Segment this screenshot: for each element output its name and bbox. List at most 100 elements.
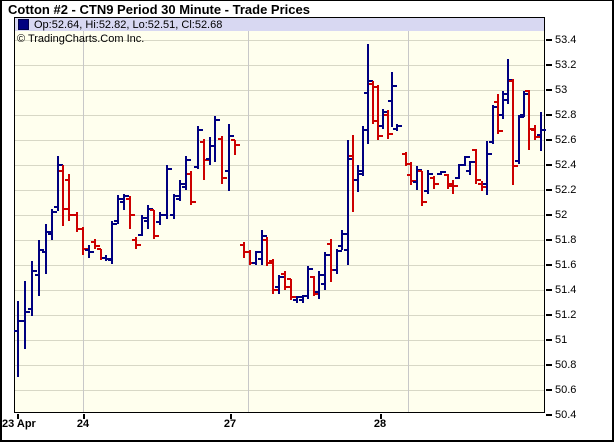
ohlc-bar-open-tick xyxy=(537,134,541,136)
ohlc-bar-open-tick xyxy=(42,251,46,253)
day-gridline xyxy=(83,31,84,412)
price-axis-tick xyxy=(546,64,552,66)
ohlc-bar-open-tick xyxy=(114,220,118,222)
price-gridline xyxy=(15,215,544,216)
ohlc-bar-open-tick xyxy=(293,299,297,301)
ohlc-bar-open-tick xyxy=(525,90,529,92)
ohlc-bar-close-tick xyxy=(514,165,518,167)
ohlc-bar-open-tick xyxy=(359,173,363,175)
ohlc-bar-open-tick xyxy=(354,179,358,181)
ohlc-bar-close-tick xyxy=(230,135,234,137)
ohlc-bar-close-tick xyxy=(53,211,57,213)
ohlc-bar-open-tick xyxy=(108,259,112,261)
ohlc-bar-close-tick xyxy=(338,250,342,252)
ohlc-bar-open-tick xyxy=(333,269,337,271)
ohlc-bar-close-tick xyxy=(466,156,470,158)
date-axis-label: 28 xyxy=(360,418,400,430)
ohlc-bar-close-tick xyxy=(223,177,227,179)
ohlc-bar-open-tick xyxy=(150,209,154,211)
ohlc-bar-open-tick xyxy=(206,158,210,160)
price-axis-tick xyxy=(546,189,552,191)
ohlc-bar-open-tick xyxy=(281,273,285,275)
ohlc-bar-range xyxy=(512,79,514,185)
ohlc-bar-close-tick xyxy=(379,135,383,137)
ohlc-bar-close-tick xyxy=(398,125,402,127)
ohlc-bar-open-tick xyxy=(28,308,32,310)
ohlc-bar-open-tick xyxy=(374,86,378,88)
price-axis-label: 53.2 xyxy=(555,59,576,71)
ohlc-bar-open-tick xyxy=(91,241,95,243)
ohlc-bar-range xyxy=(166,165,168,219)
ohlc-bar-range xyxy=(17,301,19,377)
price-gridline xyxy=(15,265,544,266)
ohlc-bar-open-tick xyxy=(455,177,459,179)
ohlc-bar-open-tick xyxy=(59,170,63,172)
ohlc-bar-open-tick xyxy=(310,276,314,278)
ohlc-bar-range xyxy=(352,135,354,212)
ohlc-bar-range xyxy=(367,44,369,144)
price-axis-label: 51.6 xyxy=(555,259,576,271)
ohlc-bar-close-tick xyxy=(542,129,546,131)
ohlc-bar-open-tick xyxy=(466,170,470,172)
price-axis-tick xyxy=(546,339,552,341)
ohlc-bar-open-tick xyxy=(102,257,106,259)
ohlc-bar-open-tick xyxy=(176,198,180,200)
price-axis-label: 51.2 xyxy=(555,309,576,321)
ohlc-bar-close-tick xyxy=(435,183,439,185)
ohlc-bar-range xyxy=(492,105,494,144)
ohlc-bar-open-tick xyxy=(182,186,186,188)
ohlc-bar-open-tick xyxy=(48,233,52,235)
ohlc-bar-open-tick xyxy=(97,248,101,250)
ohlc-bar-range xyxy=(190,171,192,205)
window-border-bottom xyxy=(0,440,614,442)
price-axis-label: 52.4 xyxy=(555,159,576,171)
ohlc-bar-range xyxy=(62,165,64,226)
price-axis-label: 52.8 xyxy=(555,109,576,121)
ohlc-bar-open-tick xyxy=(393,128,397,130)
copyright-label: © TradingCharts.Com Inc. xyxy=(17,33,144,45)
ohlc-bar-open-tick xyxy=(225,170,229,172)
ohlc-bar-close-tick xyxy=(216,119,220,121)
ohlc-bar-range xyxy=(209,137,211,165)
ohlc-bar-open-tick xyxy=(489,141,493,143)
ohlc-bar-open-tick xyxy=(424,190,428,192)
price-axis-label: 53.4 xyxy=(555,34,576,46)
ohlc-bar-close-tick xyxy=(236,144,240,146)
ohlc-bar-range xyxy=(330,239,332,282)
ohlc-bar-range xyxy=(377,85,379,140)
ohlc-bar-open-tick xyxy=(170,214,174,216)
price-gridline xyxy=(15,90,544,91)
ohlc-bar-close-tick xyxy=(309,268,313,270)
ohlc-bar-close-tick xyxy=(423,201,427,203)
ohlc-bar-range xyxy=(469,161,471,175)
ohlc-bar-open-tick xyxy=(407,174,411,176)
ohlc-bar-open-tick xyxy=(531,129,535,131)
ohlc-bar-open-tick xyxy=(520,114,524,116)
ohlc-bar-open-tick xyxy=(126,198,130,200)
price-gridline xyxy=(15,140,544,141)
price-axis-label: 51.4 xyxy=(555,284,576,296)
ohlc-bar-open-tick xyxy=(156,221,160,223)
ohlc-bar-close-tick xyxy=(26,311,30,313)
price-axis-tick xyxy=(546,289,552,291)
price-axis-tick xyxy=(546,39,552,41)
ohlc-bar-close-tick xyxy=(187,159,191,161)
ohlc-bar-open-tick xyxy=(499,114,503,116)
ohlc-bar-close-tick xyxy=(393,85,397,87)
ohlc-bar-range xyxy=(518,115,520,164)
ohlc-bar-open-tick xyxy=(231,139,235,141)
ohlc-bar-open-tick xyxy=(218,138,222,140)
price-axis-label: 52.2 xyxy=(555,184,576,196)
ohlc-bar-open-tick xyxy=(269,260,273,262)
price-axis-label: 51 xyxy=(555,334,567,346)
ohlc-bar-close-tick xyxy=(199,129,203,131)
ohlc-bar-range xyxy=(214,116,216,162)
ohlc-bar-open-tick xyxy=(478,183,482,185)
ohlc-bar-close-tick xyxy=(389,133,393,135)
ohlc-bar-open-tick xyxy=(14,330,18,332)
price-axis-tick xyxy=(546,414,552,416)
ohlc-bar-open-tick xyxy=(327,243,331,245)
ohlc-bar-open-tick xyxy=(321,283,325,285)
ohlc-bar-range xyxy=(24,281,26,349)
price-gridline xyxy=(15,365,544,366)
